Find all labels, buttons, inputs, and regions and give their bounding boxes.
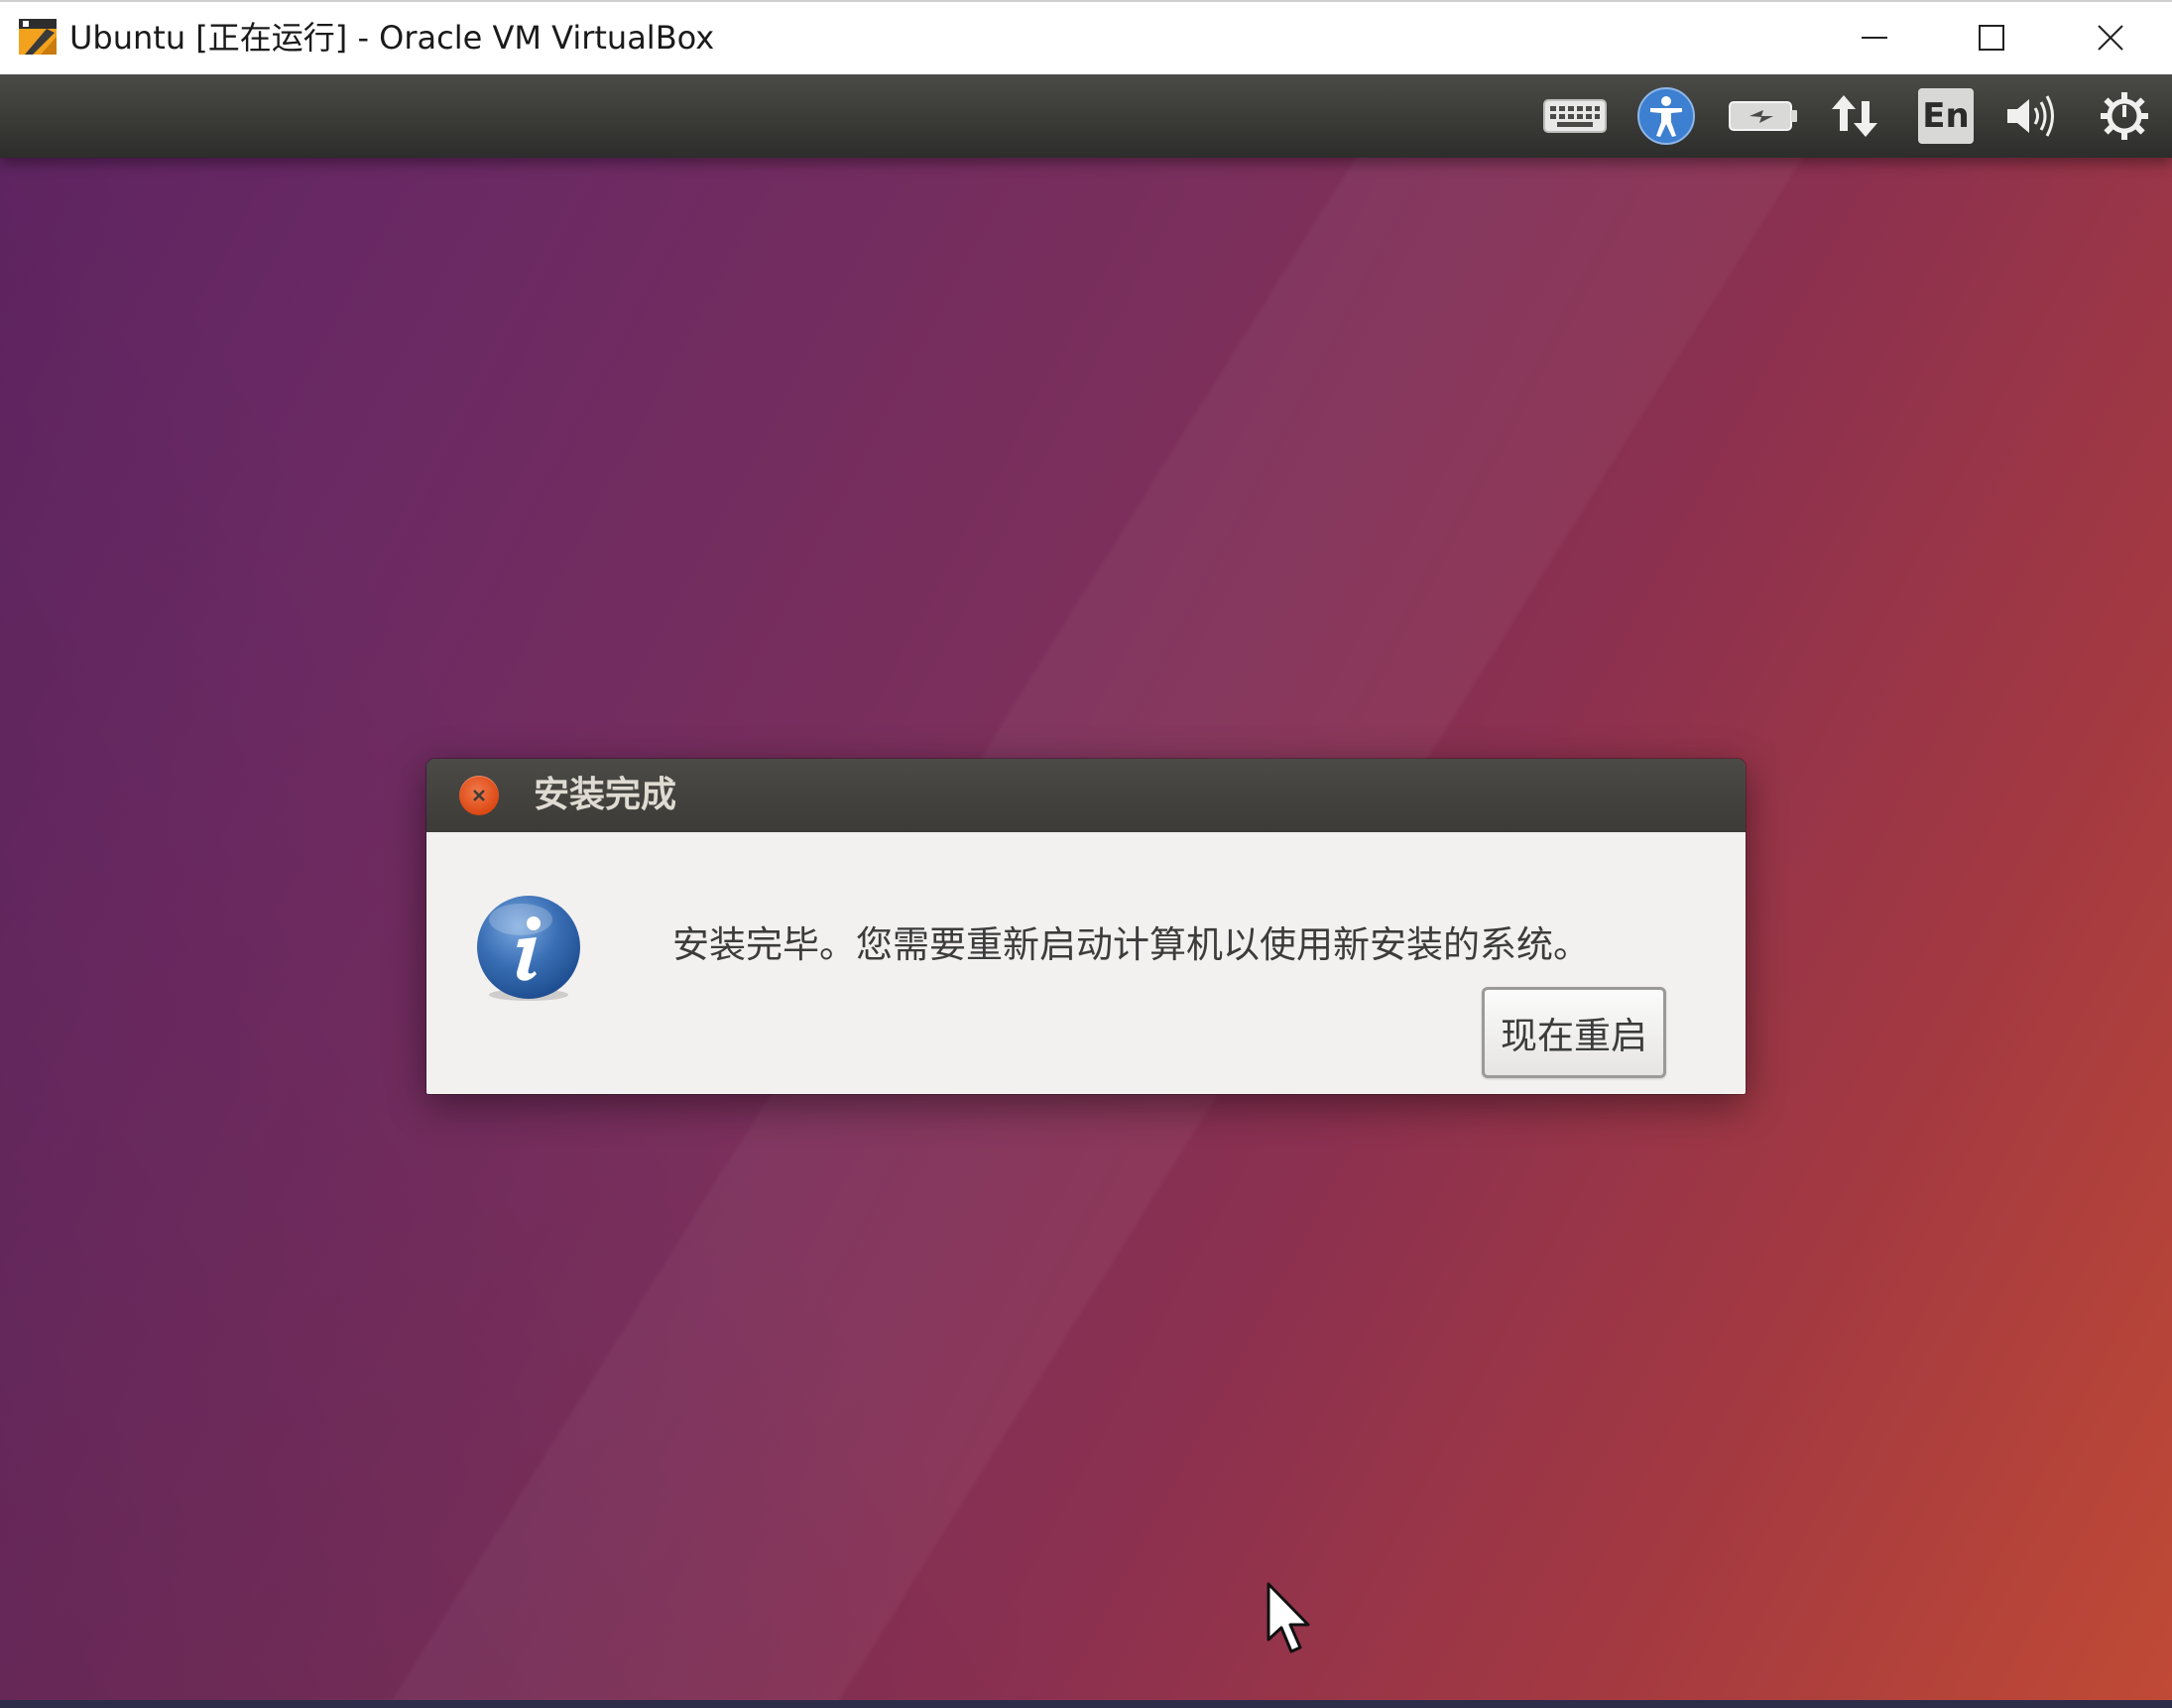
window-titlebar: Ubuntu [正在运行] - Oracle VM VirtualBox bbox=[0, 0, 2172, 74]
volume-icon bbox=[2007, 95, 2054, 137]
dialog-body: 安装完毕。您需要重新启动计算机以使用新安装的系统。 现在重启 bbox=[426, 832, 1746, 1094]
top-panel: En bbox=[0, 74, 2172, 158]
close-button[interactable] bbox=[2051, 2, 2170, 73]
restart-now-button[interactable]: 现在重启 bbox=[1482, 987, 1666, 1078]
window-title: Ubuntu [正在运行] - Oracle VM VirtualBox bbox=[69, 19, 715, 57]
dialog-header: 安装完成 bbox=[426, 759, 1746, 832]
close-icon bbox=[2098, 25, 2123, 51]
dialog-title: 安装完成 bbox=[534, 775, 677, 815]
keyboard-indicator[interactable] bbox=[1539, 84, 1611, 148]
volume-indicator[interactable] bbox=[1999, 84, 2067, 148]
dialog-close-button[interactable] bbox=[459, 776, 499, 815]
maximize-icon bbox=[1979, 25, 2004, 51]
minimize-icon bbox=[1862, 37, 1887, 39]
power-gear-icon bbox=[2101, 92, 2148, 140]
virtualbox-icon bbox=[17, 15, 60, 59]
battery-indicator[interactable] bbox=[1726, 84, 1801, 148]
keyboard-icon bbox=[1543, 99, 1607, 133]
accessibility-indicator[interactable] bbox=[1634, 84, 1698, 148]
ubuntu-desktop: En 安装完成 安装完毕。您需要重新启动计算机以使用新安装的系统。 现在重启 bbox=[0, 74, 2172, 1708]
network-arrows-icon bbox=[1832, 95, 1877, 137]
session-indicator[interactable] bbox=[2093, 84, 2156, 148]
close-icon bbox=[473, 790, 485, 801]
dialog-message: 安装完毕。您需要重新启动计算机以使用新安装的系统。 bbox=[672, 923, 1590, 966]
accessibility-icon bbox=[1637, 87, 1695, 145]
mouse-pointer-icon bbox=[1265, 1582, 1314, 1657]
maximize-button[interactable] bbox=[1932, 2, 2051, 73]
network-indicator[interactable] bbox=[1825, 84, 1884, 148]
battery-icon bbox=[1729, 101, 1797, 131]
info-icon bbox=[471, 892, 586, 1007]
install-complete-dialog: 安装完成 安装完毕。您需要重新启动计算机以使用新安装的系统。 现在重启 bbox=[426, 759, 1746, 1094]
language-indicator[interactable]: En bbox=[1918, 88, 1974, 144]
minimize-button[interactable] bbox=[1815, 2, 1934, 73]
